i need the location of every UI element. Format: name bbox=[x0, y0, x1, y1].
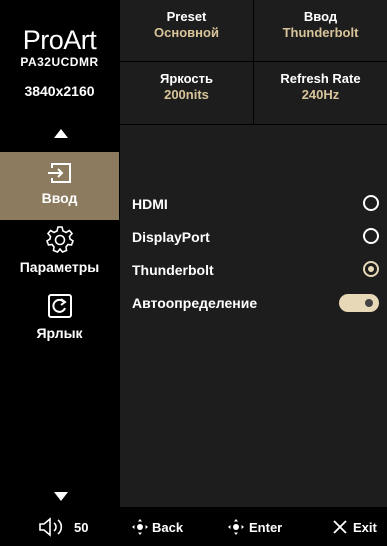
option-label: Автоопределение bbox=[132, 295, 258, 311]
brand-panel: ProArt PA32UCDMR 3840x2160 bbox=[0, 0, 119, 124]
speaker-icon bbox=[39, 517, 63, 537]
enter-button[interactable]: Enter bbox=[249, 520, 282, 535]
radio-button-selected[interactable] bbox=[363, 261, 379, 277]
option-label: DisplayPort bbox=[132, 229, 210, 245]
radio-button[interactable] bbox=[363, 195, 379, 211]
status-value: 240Hz bbox=[301, 87, 340, 102]
nav-item-shortcut[interactable]: Ярлык bbox=[0, 289, 119, 351]
status-label: Refresh Rate bbox=[280, 71, 361, 86]
osd-menu: ProArt PA32UCDMR 3840x2160 Preset Основн… bbox=[0, 0, 387, 546]
status-label: Ввод bbox=[303, 9, 338, 24]
input-options-panel: HDMI DisplayPort Thunderbolt Автоопредел… bbox=[120, 125, 387, 507]
volume-control[interactable]: 50 bbox=[0, 508, 119, 546]
shortcut-icon bbox=[47, 294, 72, 318]
exit-button[interactable]: Exit bbox=[353, 520, 377, 535]
joystick-left-icon bbox=[132, 519, 148, 535]
back-button[interactable]: Back bbox=[152, 520, 183, 535]
nav-item-label: Параметры bbox=[19, 259, 100, 275]
status-value: Thunderbolt bbox=[282, 25, 359, 40]
close-icon bbox=[333, 520, 347, 534]
status-value: Основной bbox=[154, 25, 219, 40]
scroll-down-icon[interactable] bbox=[54, 492, 68, 501]
resolution: 3840x2160 bbox=[24, 83, 95, 99]
status-refresh-rate: Refresh Rate 240Hz bbox=[254, 62, 387, 124]
option-label: HDMI bbox=[132, 196, 168, 212]
nav-item-label: Ввод bbox=[41, 190, 78, 206]
nav-sidebar: Ввод Параметры Ярлык bbox=[0, 125, 119, 507]
settings-icon bbox=[45, 226, 74, 253]
option-auto-detect[interactable]: Автоопределение bbox=[132, 292, 379, 314]
joystick-press-icon bbox=[228, 519, 244, 535]
status-value: 200nits bbox=[164, 87, 209, 102]
option-hdmi[interactable]: HDMI bbox=[132, 193, 379, 215]
radio-button[interactable] bbox=[363, 228, 379, 244]
nav-item-settings[interactable]: Параметры bbox=[0, 225, 119, 285]
input-icon bbox=[47, 163, 71, 183]
brand-logo: ProArt bbox=[22, 25, 97, 55]
volume-value: 50 bbox=[74, 520, 89, 535]
option-thunderbolt[interactable]: Thunderbolt bbox=[132, 259, 379, 281]
nav-item-input[interactable]: Ввод bbox=[0, 152, 119, 220]
status-brightness: Яркость 200nits bbox=[120, 62, 253, 124]
footer-bar: 50 Back Enter Exit bbox=[0, 508, 387, 546]
status-label: Preset bbox=[166, 9, 207, 24]
model-name: PA32UCDMR bbox=[20, 55, 99, 69]
toggle-switch[interactable] bbox=[339, 294, 379, 312]
status-label: Яркость bbox=[160, 71, 213, 86]
status-input: Ввод Thunderbolt bbox=[254, 0, 387, 61]
nav-item-label: Ярлык bbox=[36, 325, 83, 341]
option-displayport[interactable]: DisplayPort bbox=[132, 226, 379, 248]
status-preset: Preset Основной bbox=[120, 0, 253, 61]
option-label: Thunderbolt bbox=[132, 262, 214, 278]
scroll-up-icon[interactable] bbox=[54, 129, 68, 138]
